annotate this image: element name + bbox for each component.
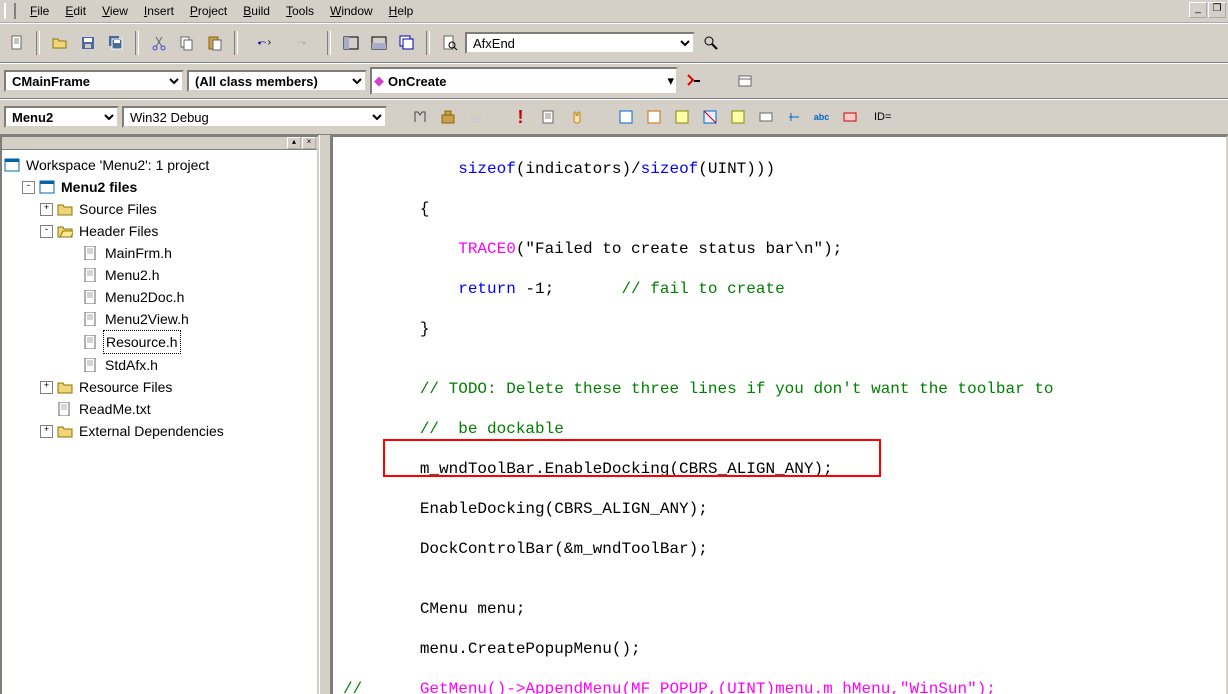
tb-btn-b[interactable]: [641, 105, 666, 129]
collapse-icon[interactable]: -: [22, 181, 35, 194]
expand-icon[interactable]: +: [40, 203, 53, 216]
find-combo[interactable]: AfxEnd: [465, 32, 695, 54]
workspace-button[interactable]: [338, 31, 363, 55]
actions-button[interactable]: [681, 69, 706, 93]
redo-button[interactable]: [284, 31, 320, 55]
config-combo[interactable]: Win32 Debug: [122, 106, 387, 128]
open-button[interactable]: [47, 31, 72, 55]
tree-header-folder[interactable]: -Header Files: [4, 220, 315, 242]
menu-project[interactable]: Project: [182, 2, 235, 20]
tb-btn-g[interactable]: [781, 105, 806, 129]
menu-bar: File Edit View Insert Project Build Tool…: [0, 0, 1228, 23]
output-button[interactable]: [366, 31, 391, 55]
panel-close-button[interactable]: ×: [302, 137, 316, 149]
member-icon: ◆: [374, 73, 384, 89]
menu-help[interactable]: Help: [381, 2, 422, 20]
menu-view[interactable]: View: [94, 2, 136, 20]
collapse-icon[interactable]: -: [40, 225, 53, 238]
panel-header: ▴ ×: [2, 137, 317, 150]
find-in-files-button[interactable]: [437, 31, 462, 55]
member-combo[interactable]: ◆OnCreate▾: [370, 67, 678, 95]
tree-file[interactable]: MainFrm.h: [4, 242, 315, 264]
tb-btn-e[interactable]: [725, 105, 750, 129]
menu-window[interactable]: Window: [322, 2, 381, 20]
splitter[interactable]: [319, 135, 331, 694]
undo-button[interactable]: [245, 31, 281, 55]
menu-insert[interactable]: Insert: [136, 2, 182, 20]
copy-button[interactable]: [174, 31, 199, 55]
paste-button[interactable]: [202, 31, 227, 55]
project-combo[interactable]: Menu2: [4, 106, 119, 128]
new-text-button[interactable]: [4, 31, 29, 55]
mdi-window-controls: _ ❐: [1189, 2, 1226, 18]
menu-file[interactable]: File: [22, 2, 57, 20]
minimize-button[interactable]: _: [1189, 2, 1207, 18]
hand-button[interactable]: [564, 105, 589, 129]
main-area: ▴ × Workspace 'Menu2': 1 project -Menu2 …: [0, 135, 1228, 694]
build-toolbar: Menu2 Win32 Debug ! abc ID=: [0, 99, 1228, 135]
tb-btn-d[interactable]: [697, 105, 722, 129]
restore-button[interactable]: ❐: [1208, 2, 1226, 18]
code-editor[interactable]: sizeof(indicators)/sizeof(UINT))) { TRAC…: [331, 135, 1228, 694]
class-combo[interactable]: CMainFrame: [4, 70, 184, 92]
build-button[interactable]: [435, 105, 460, 129]
find-button[interactable]: [698, 31, 723, 55]
go-button[interactable]: !: [508, 105, 533, 129]
menu-build[interactable]: Build: [235, 2, 278, 20]
tb-btn-h[interactable]: abc: [809, 105, 834, 129]
tree-file[interactable]: StdAfx.h: [4, 354, 315, 376]
save-button[interactable]: [75, 31, 100, 55]
save-all-button[interactable]: [103, 31, 128, 55]
tb-btn-a[interactable]: [613, 105, 638, 129]
tree-file[interactable]: Menu2View.h: [4, 308, 315, 330]
tb-btn-f[interactable]: [753, 105, 778, 129]
expand-icon[interactable]: +: [40, 381, 53, 394]
tree-file-selected[interactable]: Resource.h: [4, 330, 315, 354]
tree-file[interactable]: Menu2.h: [4, 264, 315, 286]
tb-btn-i[interactable]: [837, 105, 862, 129]
tree-ext-deps[interactable]: +External Dependencies: [4, 420, 315, 442]
wizard-bar: CMainFrame (All class members) ◆OnCreate…: [0, 63, 1228, 99]
menu-tools[interactable]: Tools: [278, 2, 322, 20]
tb-btn-c[interactable]: [669, 105, 694, 129]
tree-project[interactable]: -Menu2 files: [4, 176, 315, 198]
tree-workspace[interactable]: Workspace 'Menu2': 1 project: [4, 154, 315, 176]
file-tree: Workspace 'Menu2': 1 project -Menu2 file…: [2, 150, 317, 446]
tree-readme[interactable]: ReadMe.txt: [4, 398, 315, 420]
id-label: ID=: [874, 111, 891, 123]
grip-icon: [4, 3, 16, 19]
tree-source-folder[interactable]: +Source Files: [4, 198, 315, 220]
panel-up-button[interactable]: ▴: [287, 137, 301, 149]
menu-edit[interactable]: Edit: [57, 2, 94, 20]
window-list-button[interactable]: [394, 31, 419, 55]
new-class-button[interactable]: [732, 69, 757, 93]
tree-file[interactable]: Menu2Doc.h: [4, 286, 315, 308]
expand-icon[interactable]: +: [40, 425, 53, 438]
standard-toolbar: AfxEnd: [0, 23, 1228, 63]
cut-button[interactable]: [146, 31, 171, 55]
stop-build-button[interactable]: [463, 105, 488, 129]
filter-combo[interactable]: (All class members): [187, 70, 367, 92]
tree-resource-folder[interactable]: +Resource Files: [4, 376, 315, 398]
compile-button[interactable]: [407, 105, 432, 129]
insert-breakpoint-button[interactable]: [536, 105, 561, 129]
workspace-panel: ▴ × Workspace 'Menu2': 1 project -Menu2 …: [0, 135, 319, 694]
